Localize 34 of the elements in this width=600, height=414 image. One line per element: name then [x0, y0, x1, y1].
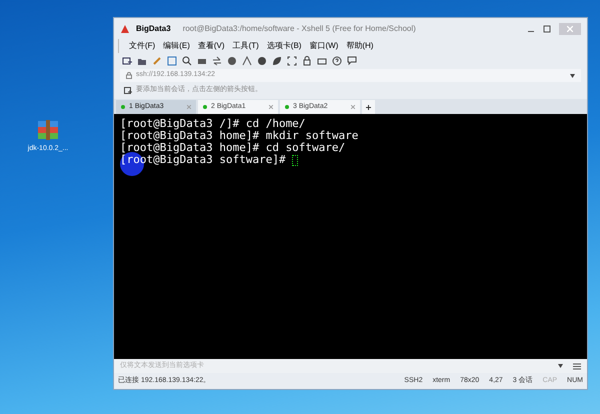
- menu-item[interactable]: 文件(F): [129, 40, 156, 52]
- dropdown-icon[interactable]: [570, 74, 575, 78]
- lock-icon: [126, 72, 132, 79]
- lock-icon[interactable]: [302, 56, 312, 66]
- terminal-line: [root@BigData3 /]# cd /home/: [120, 118, 306, 130]
- window-app-name: BigData3: [136, 22, 171, 34]
- fullscreen-icon[interactable]: [287, 56, 297, 66]
- menu-item[interactable]: 选项卡(B): [266, 40, 302, 52]
- menu-item[interactable]: 窗口(W): [309, 40, 338, 52]
- terminal-line: [root@BigData3 home]# cd software/: [120, 142, 346, 154]
- close-icon[interactable]: [269, 105, 273, 109]
- menu-item[interactable]: 编辑(E): [163, 40, 190, 52]
- transfer-icon[interactable]: [212, 56, 222, 66]
- app-logo-icon: [120, 24, 130, 34]
- menu-icon[interactable]: [573, 362, 581, 370]
- dropdown-icon[interactable]: [558, 364, 563, 368]
- new-session-icon[interactable]: [122, 56, 132, 66]
- folder-icon[interactable]: [137, 56, 147, 66]
- menu-item[interactable]: 查看(V): [198, 40, 225, 52]
- close-icon: [567, 26, 573, 32]
- maximize-icon[interactable]: [543, 24, 551, 32]
- add-session-icon[interactable]: [124, 86, 132, 94]
- terminal-line: [root@BigData3 home]# mkdir software: [120, 130, 358, 142]
- window-title: root@BigData3:/home/software - Xshell 5 (Free for Home/School): [182, 22, 416, 34]
- close-icon[interactable]: [351, 105, 355, 109]
- search-icon[interactable]: [182, 56, 192, 66]
- cursor: [292, 154, 298, 166]
- menu-item[interactable]: 帮助(H): [346, 40, 374, 52]
- chat-icon[interactable]: [347, 56, 357, 66]
- plus-icon: [366, 104, 371, 110]
- help-icon[interactable]: [332, 56, 342, 66]
- new-tab-button[interactable]: [362, 100, 375, 114]
- menu-item[interactable]: 工具(T): [232, 40, 259, 52]
- leaf-icon[interactable]: [272, 56, 282, 66]
